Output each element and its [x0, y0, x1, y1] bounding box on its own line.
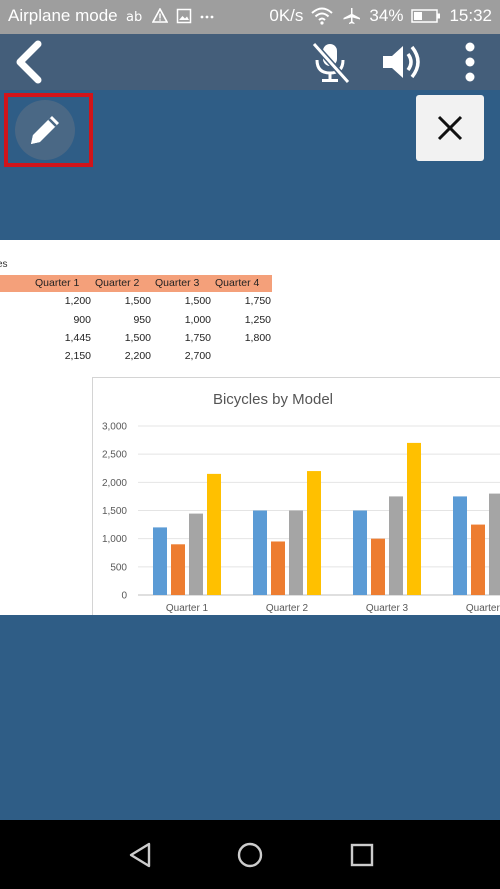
table-header-cell: Quarter 4: [215, 277, 260, 289]
back-button[interactable]: [6, 38, 54, 86]
table-cell: 1,500: [184, 295, 211, 307]
speaker-icon: [383, 45, 420, 79]
bar: [171, 544, 185, 595]
network-speed: 0K/s: [269, 6, 304, 25]
chart-title: Bicycles by Model: [213, 391, 333, 408]
bar: [489, 493, 500, 595]
bar: [253, 510, 267, 595]
warning-icon: [151, 8, 168, 24]
nav-recents-icon: [350, 843, 374, 867]
back-icon: [16, 40, 42, 84]
clock: 15:32: [449, 6, 492, 25]
image-icon: [176, 8, 192, 24]
y-tick-label: 1,000: [102, 534, 127, 545]
table-cell: 1,800: [244, 332, 271, 344]
mic-mute-button[interactable]: [306, 38, 354, 86]
y-tick-label: 3,000: [102, 422, 127, 433]
battery-icon: [411, 8, 441, 24]
table-cell: 2,700: [184, 350, 211, 362]
x-tick-label: Quarter 3: [366, 603, 409, 613]
bar: [189, 513, 203, 595]
overflow-dots-icon: [200, 8, 214, 24]
y-tick-label: 500: [110, 562, 127, 573]
status-bar: Airplane mode ab 0K/s 34% 15:32: [0, 0, 500, 34]
table-cell: 950: [133, 314, 151, 326]
battery-percent: 34%: [369, 6, 404, 25]
nav-home-button[interactable]: [230, 838, 270, 872]
bar: [153, 527, 167, 595]
bar: [471, 524, 485, 595]
y-tick-label: 0: [121, 591, 127, 602]
y-tick-label: 2,500: [102, 450, 127, 461]
table-cell: 2,150: [64, 350, 91, 362]
shared-document: es Quarter 1 Quarter 2 Quarter 3 Quarter…: [0, 240, 500, 615]
table-header-cell: Quarter 3: [155, 277, 200, 289]
pencil-icon: [31, 116, 59, 144]
bar: [353, 510, 367, 595]
x-tick-label: Quarter 4: [466, 603, 500, 613]
bar: [307, 471, 321, 595]
table-cell: 1,750: [184, 332, 211, 344]
bar: [271, 541, 285, 595]
top-toolbar: [0, 34, 500, 90]
airplane-mode-label: Airplane mode: [8, 6, 118, 25]
more-options-button[interactable]: [446, 38, 494, 86]
table-header-cell: Quarter 2: [95, 277, 140, 289]
x-tick-label: Quarter 2: [266, 603, 309, 613]
pen-button[interactable]: [15, 100, 75, 160]
close-button[interactable]: [416, 95, 484, 161]
navigation-bar: [0, 820, 500, 889]
x-tick-label: Quarter 1: [166, 603, 209, 613]
table-cell: 2,200: [124, 350, 151, 362]
table-cell: 1,250: [244, 314, 271, 326]
table-cell: 1,445: [64, 332, 91, 344]
bar: [289, 510, 303, 595]
chart-frame: Bicycles by Model 0 500 1,000 1,500 2,000 2,50…: [92, 377, 500, 615]
table-cell: 1,200: [64, 295, 91, 307]
table-cell: 900: [73, 314, 91, 326]
y-tick-label: 2,000: [102, 478, 127, 489]
table-cell: 1,500: [124, 332, 151, 344]
bar: [453, 496, 467, 595]
truncated-label: es: [0, 259, 8, 270]
close-icon: [437, 115, 463, 141]
y-tick-label: 1,500: [102, 506, 127, 517]
mic-off-icon: [311, 41, 351, 85]
table-header-cell: Quarter 1: [35, 277, 80, 289]
bar: [371, 538, 385, 595]
data-saver-icon: ab: [126, 8, 144, 24]
table-cell: 1,000: [184, 314, 211, 326]
nav-back-button[interactable]: [120, 838, 160, 872]
nav-recents-button[interactable]: [342, 838, 382, 872]
svg-text:ab: ab: [126, 10, 142, 24]
bar: [207, 473, 221, 595]
nav-home-icon: [237, 842, 263, 868]
airplane-icon: [341, 7, 361, 25]
table-cell: 1,500: [124, 295, 151, 307]
nav-back-icon: [129, 842, 151, 868]
bar: [389, 496, 403, 595]
bar: [407, 442, 421, 595]
wifi-icon: [311, 7, 334, 25]
speaker-button[interactable]: [378, 38, 426, 86]
bar-chart: Bicycles by Model 0 500 1,000 1,500 2,000 2,50…: [102, 391, 500, 614]
table-cell: 1,750: [244, 295, 271, 307]
more-vert-icon: [465, 42, 475, 82]
